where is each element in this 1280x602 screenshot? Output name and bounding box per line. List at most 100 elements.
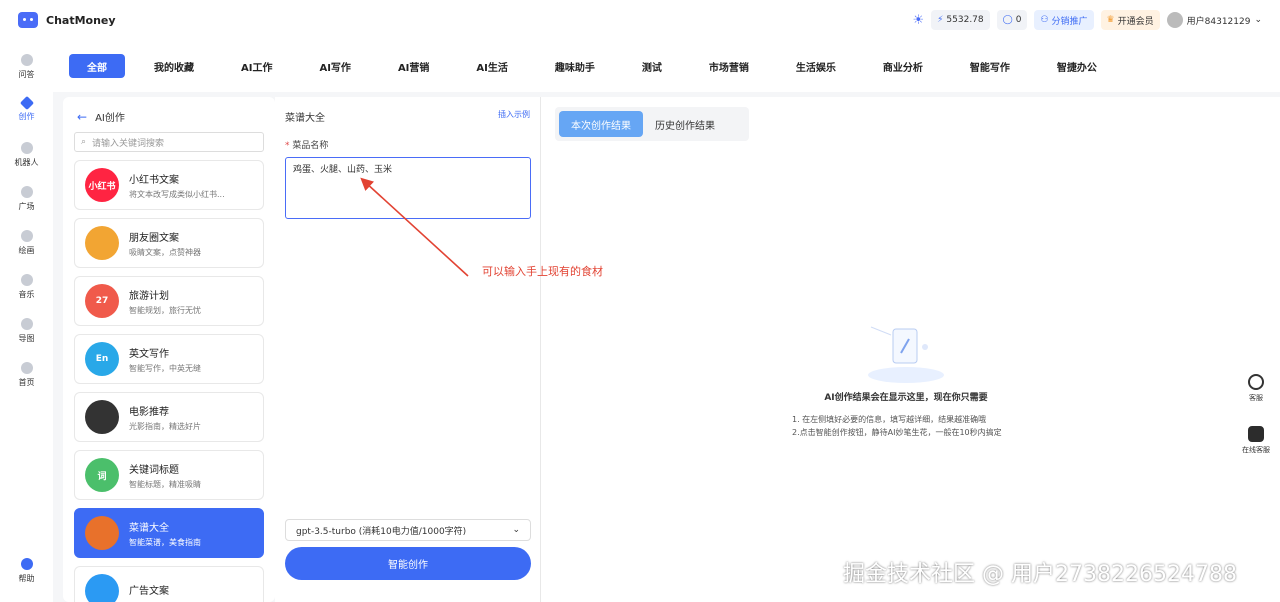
app-card[interactable]: 朋友圈文案 吸睛文案，点赞神器 <box>74 218 264 268</box>
user-menu[interactable]: 用户84312129 ⌄ <box>1166 12 1262 28</box>
share-icon: ⚇ <box>1040 15 1049 25</box>
app-title: 电影推荐 <box>129 406 169 418</box>
coins-value: 0 <box>1015 15 1022 25</box>
logo[interactable]: ChatMoney <box>18 12 116 28</box>
app-title: 旅游计划 <box>129 290 169 302</box>
empty-hint: 1. 在左侧填好必要的信息，填写越详细，结果越准确哦 2.点击智能创作按钮，静待… <box>792 413 1002 439</box>
form-title: 菜谱大全 <box>285 113 325 124</box>
search-placeholder: 请输入关键词搜索 <box>92 138 165 149</box>
app-icon: 27 <box>85 284 119 318</box>
tab-history-result[interactable]: 历史创作结果 <box>643 111 727 137</box>
tab-all[interactable]: 全部 <box>69 54 125 78</box>
smart-create-button[interactable]: 智能创作 <box>285 547 531 580</box>
help-icon <box>20 558 33 570</box>
annotation-label: 可以输入手上现有的食材 <box>482 265 603 278</box>
nav-label: 导图 <box>18 334 35 343</box>
app-title: 菜谱大全 <box>129 522 169 534</box>
field-label: * 菜品名称 <box>285 141 329 151</box>
coin-icon: ◯ <box>1002 15 1013 25</box>
distribution-label: 分销推广 <box>1051 16 1088 27</box>
chevron-down-icon: ⌄ <box>1254 15 1262 25</box>
tab-favorites[interactable]: 我的收藏 <box>136 54 212 78</box>
tab-ai-marketing[interactable]: AI营销 <box>380 54 447 78</box>
model-value: gpt-3.5-turbo (消耗10电力值/1000字符) <box>296 526 467 537</box>
nav-help[interactable]: 帮助 <box>0 558 53 584</box>
tab-market[interactable]: 市场营销 <box>691 54 767 78</box>
app-card[interactable]: 27 旅游计划 智能规划，旅行无忧 <box>74 276 264 326</box>
nav-create[interactable]: 创作 <box>0 95 53 122</box>
tab-ai-writing[interactable]: AI写作 <box>301 54 368 78</box>
app-desc: 智能写作，中英无缝 <box>129 363 201 373</box>
app-card[interactable]: 小红书 小红书文案 将文本改写成类似小红书... <box>74 160 264 210</box>
nav-home[interactable]: 首页 <box>0 362 53 388</box>
robot-logo-icon <box>18 12 38 28</box>
app-name: ChatMoney <box>46 13 116 27</box>
nav-draw[interactable]: 绘画 <box>0 230 53 256</box>
app-title: 朋友圈文案 <box>129 232 179 244</box>
nav-label: 问答 <box>18 70 35 79</box>
chevron-down-icon: ⌄ <box>512 525 520 535</box>
nav-label: 广场 <box>18 202 35 211</box>
hint-line-1: 1. 在左侧填好必要的信息，填写越详细，结果越准确哦 <box>792 415 987 424</box>
nav-square[interactable]: 广场 <box>0 186 53 212</box>
nav-robot[interactable]: 机器人 <box>0 142 53 168</box>
panel-title: AI创作 <box>95 113 125 124</box>
home-icon <box>20 362 33 374</box>
tab-current-result[interactable]: 本次创作结果 <box>559 111 643 137</box>
result-tabs: 本次创作结果 历史创作结果 <box>555 107 749 141</box>
tab-fun-assistant[interactable]: 趣味助手 <box>537 54 613 78</box>
app-card[interactable]: 菜谱大全智能菜谱，美食指南 <box>74 508 264 558</box>
mindmap-icon <box>20 318 33 330</box>
back-arrow-icon[interactable]: ← <box>77 110 87 124</box>
nav-label: 绘画 <box>18 246 35 255</box>
online-service-button[interactable]: 在线客服 <box>1237 418 1275 464</box>
tab-business[interactable]: 商业分析 <box>865 54 941 78</box>
app-desc: 光影指南，精选好片 <box>129 421 201 431</box>
app-card[interactable]: En 英文写作 智能写作，中英无缝 <box>74 334 264 384</box>
insert-example-link[interactable]: 插入示例 <box>498 109 530 124</box>
nav-qa[interactable]: 问答 <box>0 54 53 80</box>
sun-icon[interactable]: ☀ <box>912 13 924 28</box>
app-title: 广告文案 <box>129 586 169 597</box>
empty-state-illustration <box>868 326 944 383</box>
app-card[interactable]: 电影推荐光影指南，精选好片 <box>74 392 264 442</box>
dish-name-textarea[interactable]: 鸡蛋、火腿、山药、玉米 <box>285 157 531 219</box>
app-title: 英文写作 <box>129 348 169 360</box>
service-button[interactable]: 客服 <box>1237 366 1275 412</box>
vip-button[interactable]: ♛ 开通会员 <box>1100 10 1160 30</box>
app-desc: 智能菜谱，美食指南 <box>129 537 201 547</box>
app-icon: 词 <box>85 458 119 492</box>
tab-smart-writing[interactable]: 智能写作 <box>952 54 1028 78</box>
headset-icon <box>1248 374 1264 390</box>
nav-music[interactable]: 音乐 <box>0 274 53 300</box>
tab-office[interactable]: 智捷办公 <box>1039 54 1115 78</box>
nav-mindmap[interactable]: 导图 <box>0 318 53 344</box>
nav-label: 机器人 <box>14 158 39 167</box>
hint-line-2: 2.点击智能创作按钮，静待AI妙笔生花，一般在10秒内搞定 <box>792 428 1002 437</box>
grid-icon <box>20 186 33 198</box>
app-card[interactable]: 词关键词标题 智能标题，精准吸睛 <box>74 450 264 500</box>
app-list-panel: ← AI创作 ⌕ 请输入关键词搜索 小红书 小红书文案 将文本改写成类似小红书...… <box>63 97 275 602</box>
app-card[interactable]: 广告文案 <box>74 566 264 602</box>
back-row[interactable]: ← AI创作 <box>63 97 275 132</box>
bot-icon <box>1248 426 1264 442</box>
app-icon <box>85 226 119 260</box>
top-bar: ChatMoney ☀ ⚡ 5532.78 ◯ 0 ⚇ 分销推广 ♛ 开通会员 用户84… <box>0 0 1280 40</box>
tab-test[interactable]: 测试 <box>624 54 680 78</box>
result-panel: 本次创作结果 历史创作结果 AI创作结果会在显示这里，现在你只需要 1. 在左侧… <box>541 97 1280 602</box>
balance-chip[interactable]: ⚡ 5532.78 <box>931 10 990 30</box>
tab-ai-life[interactable]: AI生活 <box>458 54 525 78</box>
tab-ai-work[interactable]: AI工作 <box>223 54 290 78</box>
nav-label: 创作 <box>18 112 35 121</box>
search-input[interactable]: ⌕ 请输入关键词搜索 <box>74 132 264 152</box>
coins-chip[interactable]: ◯ 0 <box>996 10 1028 30</box>
balance-value: 5532.78 <box>946 15 984 25</box>
empty-title: AI创作结果会在显示这里，现在你只需要 <box>824 393 988 403</box>
app-title: 关键词标题 <box>129 464 179 476</box>
form-panel: 菜谱大全 插入示例 * 菜品名称 鸡蛋、火腿、山药、玉米 gpt-3.5-tur… <box>275 97 541 602</box>
tab-entertainment[interactable]: 生活娱乐 <box>778 54 854 78</box>
model-select[interactable]: gpt-3.5-turbo (消耗10电力值/1000字符) ⌄ <box>285 519 531 541</box>
distribution-button[interactable]: ⚇ 分销推广 <box>1034 10 1094 30</box>
nav-label: 帮助 <box>18 574 35 583</box>
online-service-label: 在线客服 <box>1242 446 1270 454</box>
